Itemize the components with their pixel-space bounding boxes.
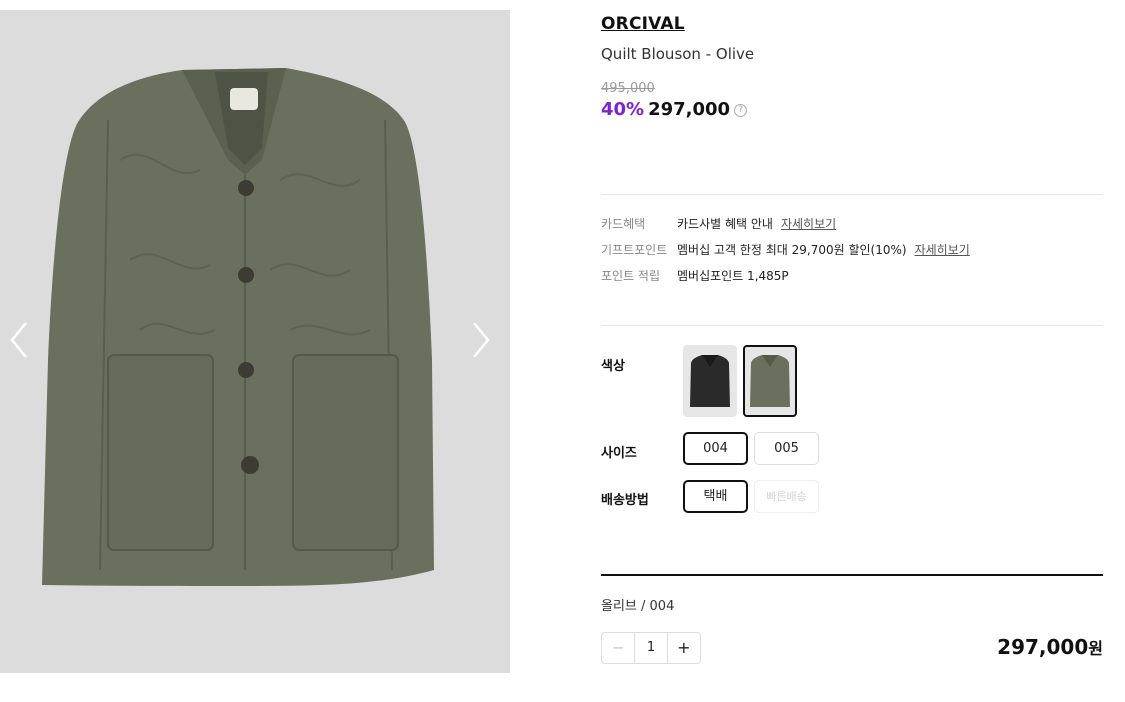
price-help-icon[interactable]: ? <box>734 103 748 117</box>
discount-rate: 40% <box>601 99 645 120</box>
chevron-right-icon <box>473 322 490 358</box>
color-option-label: 색상 <box>601 359 625 374</box>
shipping-option-parcel[interactable]: 택배 <box>683 480 748 513</box>
shipping-option-express: 빠른배송 <box>754 480 819 513</box>
divider <box>601 574 1103 576</box>
product-name: Quilt Blouson - Olive <box>601 45 755 63</box>
original-price: 495,000 <box>601 81 655 96</box>
jacket-thumbnail-olive <box>750 355 790 407</box>
size-option-label: 사이즈 <box>601 446 637 461</box>
benefit-value: 멤버십포인트 1,485P <box>677 269 789 283</box>
quantity-value[interactable]: 1 <box>635 633 666 663</box>
total-price: 297,000원 <box>997 635 1103 659</box>
brand-link[interactable]: ORCIVAL <box>601 14 685 34</box>
benefit-label: 기프트포인트 <box>601 243 668 257</box>
card-benefit-detail-link[interactable]: 자세히보기 <box>781 217 836 231</box>
divider <box>601 325 1103 326</box>
quantity-decrease-button[interactable]: − <box>602 633 636 663</box>
benefit-label: 카드혜택 <box>601 217 646 231</box>
shipping-option-label: 배송방법 <box>601 493 649 508</box>
jacket-thumbnail-black <box>690 355 730 407</box>
size-option-005[interactable]: 005 <box>754 432 819 465</box>
total-amount: 297,000 <box>997 635 1089 659</box>
sale-price-line: 40% 297,000? <box>601 99 748 120</box>
quantity-increase-button[interactable]: + <box>666 633 700 663</box>
chevron-left-icon <box>10 322 27 358</box>
benefit-label: 포인트 적립 <box>601 269 661 283</box>
divider <box>601 194 1103 195</box>
product-image <box>42 68 434 586</box>
benefit-value: 카드사별 혜택 안내 자세히보기 <box>677 217 837 231</box>
total-currency: 원 <box>1088 639 1103 658</box>
color-swatch-black[interactable] <box>683 345 737 417</box>
selected-option-summary: 올리브 / 004 <box>601 599 675 614</box>
gallery-next-button[interactable] <box>460 315 500 365</box>
size-option-004[interactable]: 004 <box>683 432 748 465</box>
quantity-stepper: − 1 + <box>601 632 701 664</box>
sale-price: 297,000 <box>648 99 731 120</box>
product-image-gallery <box>0 10 510 673</box>
benefit-value: 멤버십 고객 한정 최대 29,700원 할인(10%) 자세히보기 <box>677 243 970 257</box>
gallery-prev-button[interactable] <box>0 315 40 365</box>
gift-point-detail-link[interactable]: 자세히보기 <box>915 243 970 257</box>
color-swatch-olive[interactable] <box>743 345 797 417</box>
